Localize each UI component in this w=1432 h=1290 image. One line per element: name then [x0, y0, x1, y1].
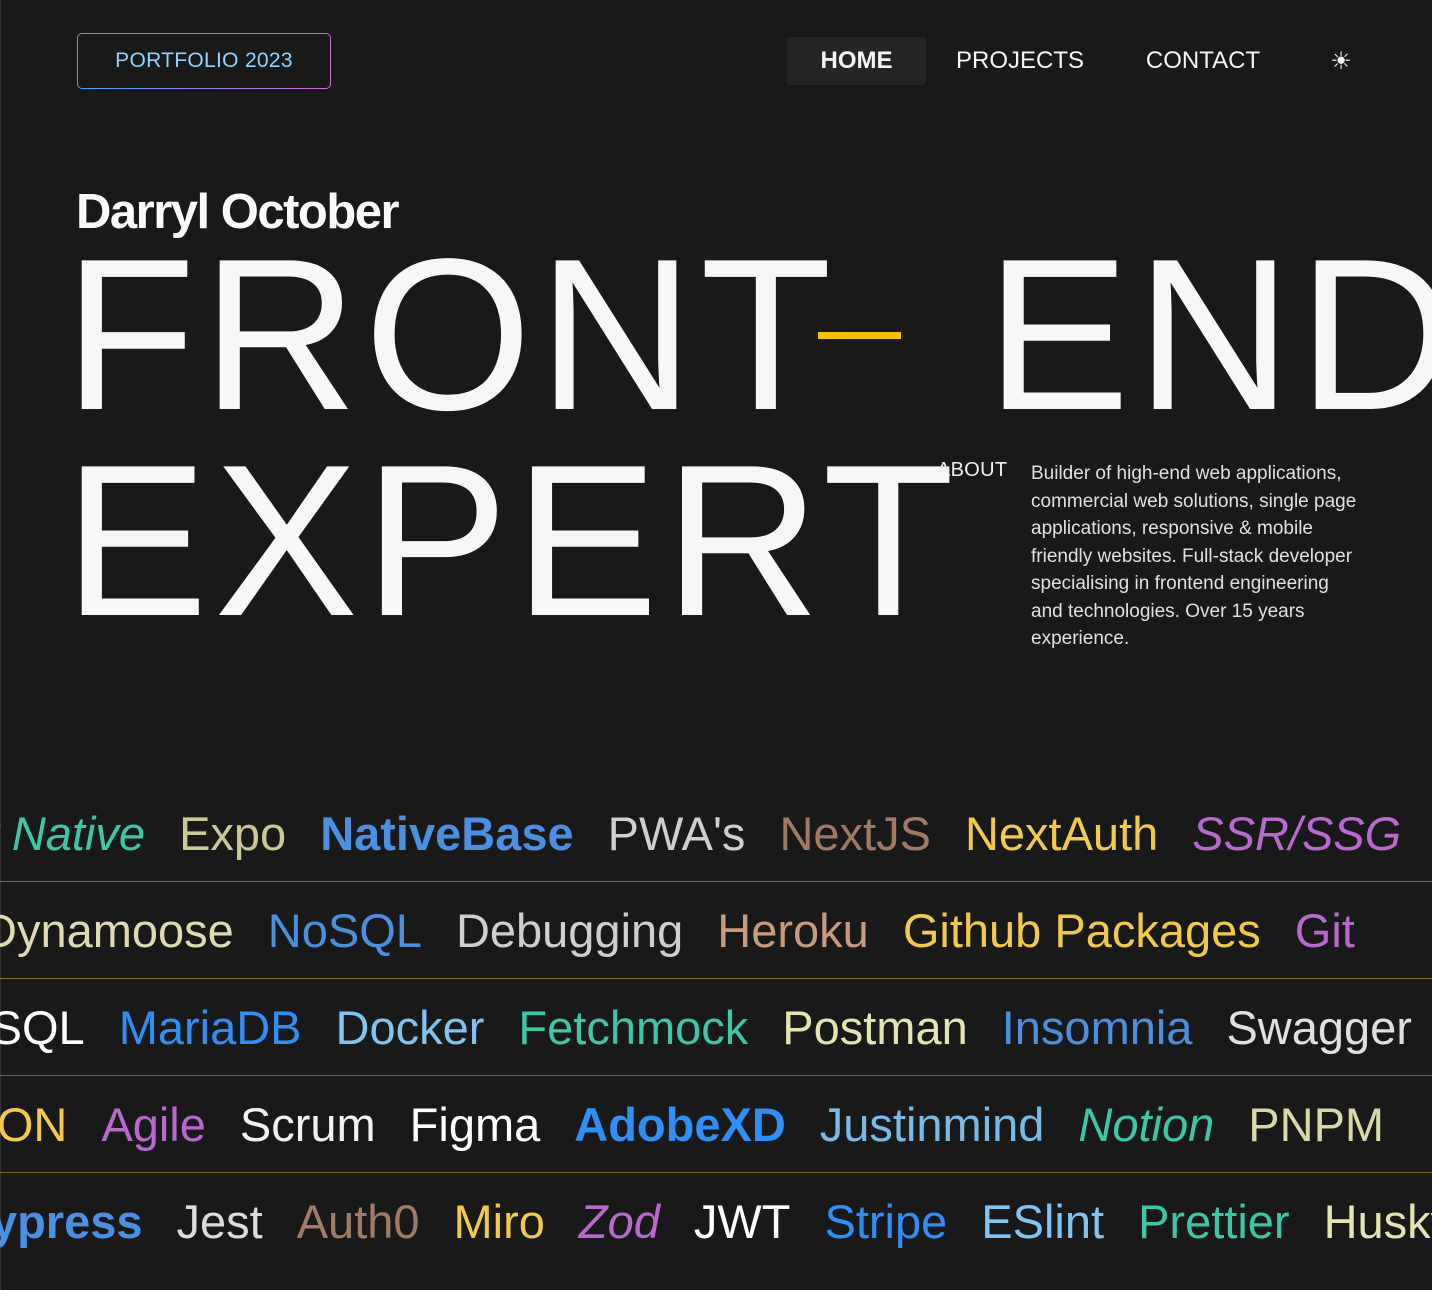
skill-item: Jest: [176, 1194, 263, 1248]
skill-item: Fetchmock: [518, 1000, 749, 1054]
skill-item: Notion: [1078, 1097, 1215, 1151]
skills-row: React Native Expo NativeBase PWA's NextJS Nex…: [0, 785, 1432, 881]
skill-item: PNPM: [1248, 1097, 1385, 1151]
skill-item: ESlint: [981, 1194, 1105, 1248]
skill-item: Figma: [409, 1097, 541, 1151]
skill-item: Agile: [101, 1097, 206, 1151]
skill-item: Stripe: [824, 1194, 948, 1248]
skill-item: Postman: [782, 1000, 968, 1054]
skill-item: NativeBase: [320, 806, 574, 860]
skill-item: Expo: [179, 806, 287, 860]
skill-item: Miro: [453, 1194, 545, 1248]
skills-track: JSON Agile Scrum Figma AdobeXD Justinmind Noti…: [0, 1076, 1384, 1172]
skill-item: Debugging: [455, 903, 684, 957]
skills-row: MySQL MariaDB Docker Fetchmock Postman Insomn…: [0, 979, 1432, 1075]
skill-item: Github Packages: [902, 903, 1261, 957]
skills-track: Cypress Jest Auth0 Miro Zod JWT Stripe ESlint Pr…: [0, 1173, 1432, 1269]
skill-item: JWT: [693, 1194, 791, 1248]
skills-row: JSON Agile Scrum Figma AdobeXD Justinmind Noti…: [0, 1076, 1432, 1172]
skill-item: SSR/SSG: [1192, 806, 1402, 860]
main-nav: HOME PROJECTS CONTACT ☀: [0, 37, 1432, 85]
skill-item: React Native: [0, 806, 146, 860]
hero-headline-line-1: FRONT END: [64, 226, 1432, 442]
nav-projects-link[interactable]: PROJECTS: [950, 37, 1090, 85]
skill-item: Scrum: [239, 1097, 376, 1151]
nav-home-link[interactable]: HOME: [787, 37, 926, 85]
skill-item: NextAuth: [964, 806, 1159, 860]
skill-item: NextJS: [779, 806, 931, 860]
about-label: ABOUT: [937, 459, 1008, 481]
skills-track: React Native Expo NativeBase PWA's NextJS Nex…: [0, 785, 1401, 881]
skill-item: Dynamoose: [0, 903, 234, 957]
skills-row: Cypress Jest Auth0 Miro Zod JWT Stripe ESlint Pr…: [0, 1173, 1432, 1269]
about-description: Builder of high-end web applications, co…: [1031, 463, 1357, 649]
skill-item: Docker: [335, 1000, 485, 1054]
skills-track: MySQL MariaDB Docker Fetchmock Postman Insomn…: [0, 979, 1412, 1075]
skill-item: MariaDB: [118, 1000, 302, 1054]
hero-headline-line-2: EXPERT: [64, 419, 961, 661]
skill-item: Heroku: [717, 903, 869, 957]
sun-icon[interactable]: ☀: [1320, 37, 1362, 85]
skill-item: NoSQL: [267, 903, 422, 957]
skills-track: Dynamoose NoSQL Debugging Heroku Github Pack…: [0, 882, 1355, 978]
skill-item: Cypress: [0, 1194, 143, 1248]
skill-item: Swagger: [1226, 1000, 1412, 1054]
skill-item: PWA's: [607, 806, 746, 860]
skills-row: Dynamoose NoSQL Debugging Heroku Github Pack…: [0, 882, 1432, 978]
nav-contact-link[interactable]: CONTACT: [1138, 37, 1268, 85]
skill-item: JSON: [0, 1097, 68, 1151]
skill-item: Git: [1294, 903, 1355, 957]
skill-item: Justinmind: [819, 1097, 1045, 1151]
skill-item: AdobeXD: [574, 1097, 786, 1151]
skill-item: Zod: [578, 1194, 660, 1248]
skill-item: Prettier: [1138, 1194, 1290, 1248]
skill-item: Auth0: [296, 1194, 420, 1248]
skill-item: MySQL: [0, 1000, 85, 1054]
skill-item: Insomnia: [1001, 1000, 1193, 1054]
hero-dash: [818, 332, 901, 339]
hero-word-end: END: [985, 213, 1432, 455]
skill-item: Husky: [1323, 1194, 1432, 1248]
